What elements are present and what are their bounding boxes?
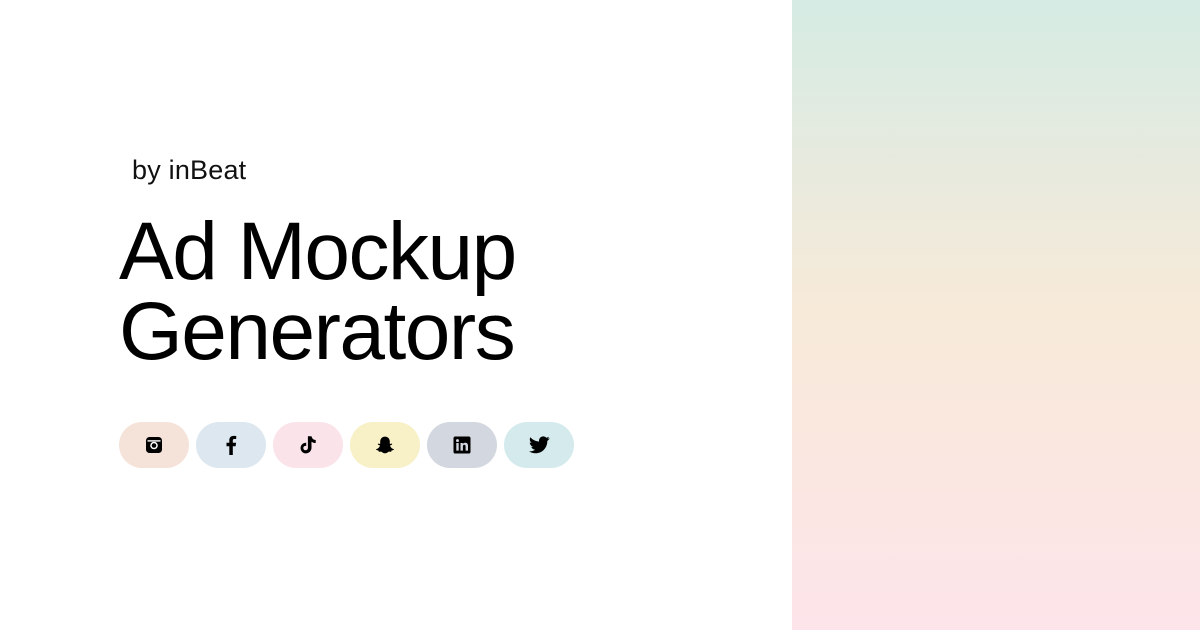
left-panel: by inBeat Ad Mockup Generators [0,0,792,630]
platform-pills [119,422,574,468]
snapchat-pill[interactable] [350,422,420,468]
page-title-line-1: Ad Mockup [119,206,517,297]
facebook-pill[interactable] [196,422,266,468]
twitter-pill[interactable] [504,422,574,468]
byline: by inBeat [132,155,247,185]
snapchat-icon [376,436,394,454]
linkedin-icon [453,436,471,454]
tiktok-icon [300,436,316,454]
linkedin-pill[interactable] [427,422,497,468]
gradient-panel [792,0,1200,630]
instagram-icon [146,437,162,453]
facebook-icon [226,435,237,455]
page-title: Ad Mockup Generators [119,206,517,377]
page-title-line-2: Generators [119,286,516,377]
twitter-icon [528,436,549,454]
instagram-pill[interactable] [119,422,189,468]
tiktok-pill[interactable] [273,422,343,468]
